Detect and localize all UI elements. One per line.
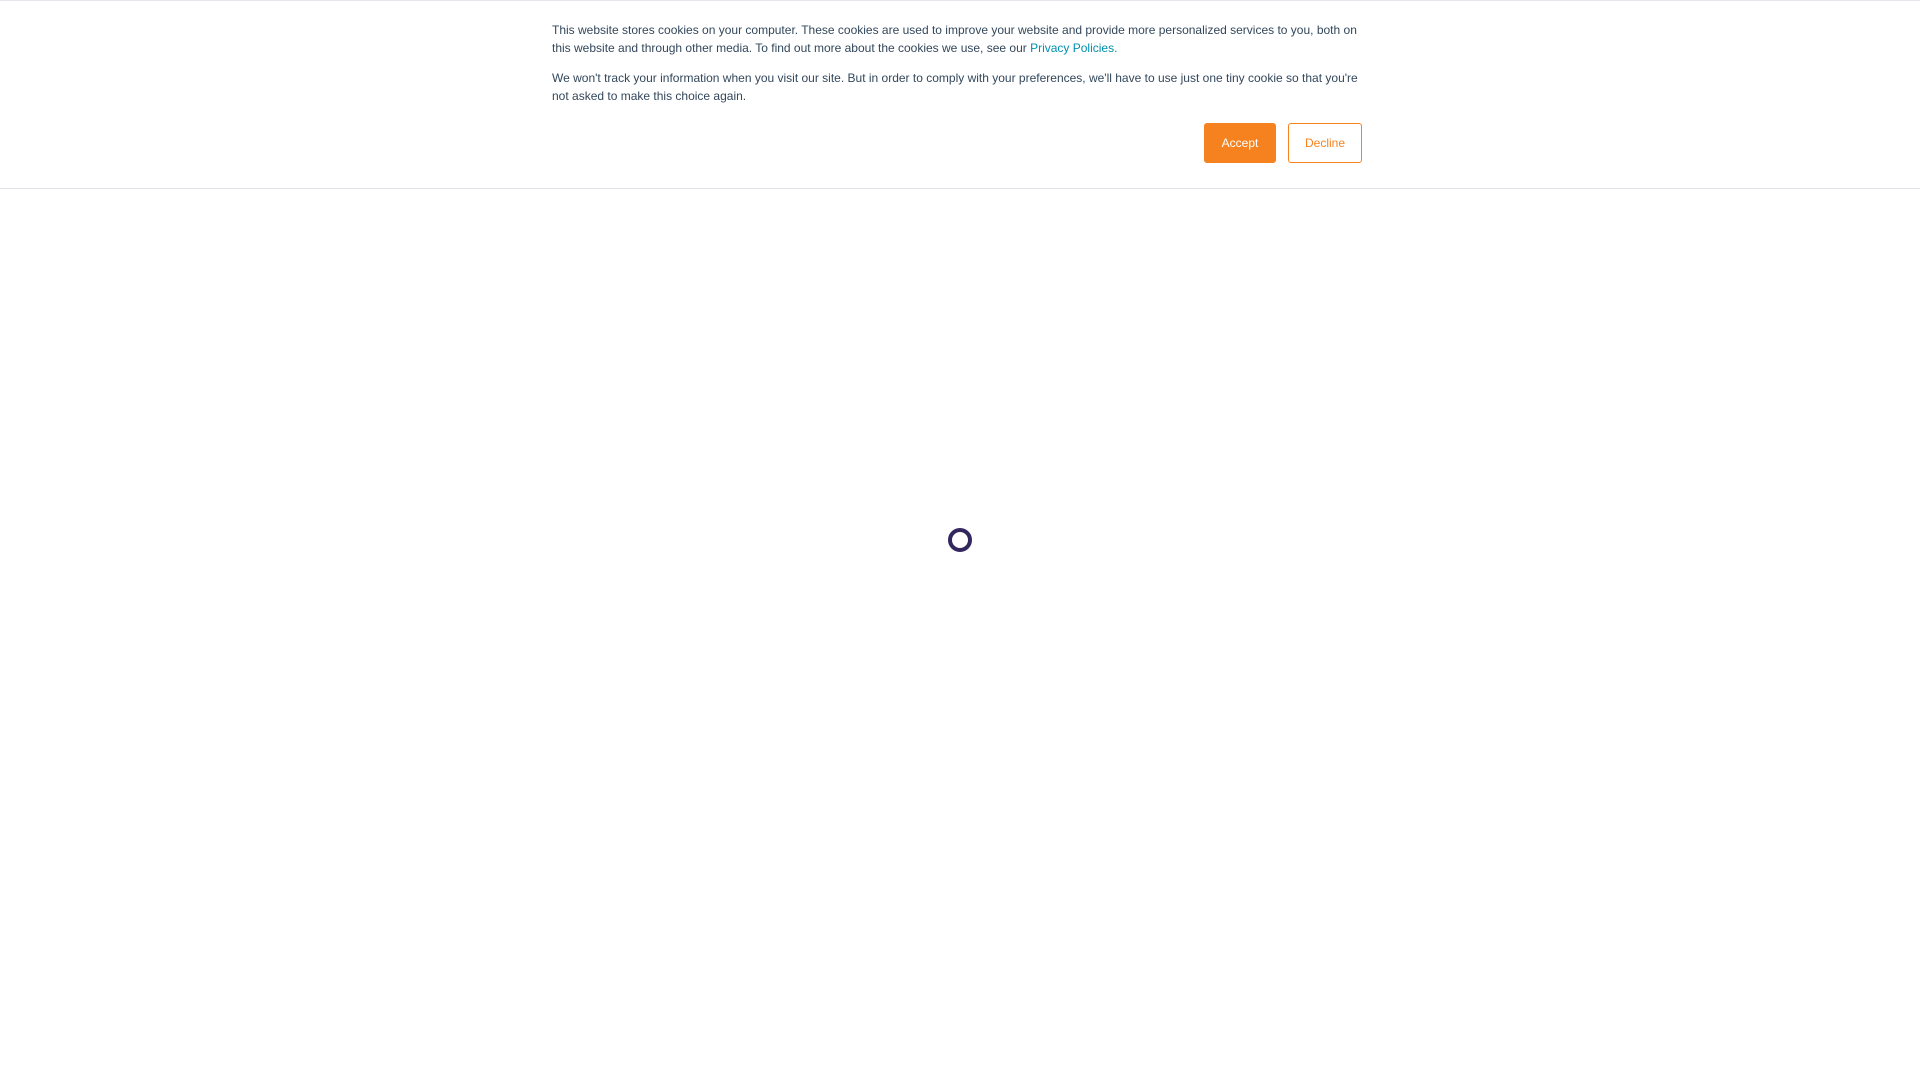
privacy-policies-link[interactable]: Privacy Policies.	[1030, 41, 1117, 55]
cookie-banner-content: This website stores cookies on your comp…	[552, 21, 1362, 105]
accept-button[interactable]: Accept	[1204, 123, 1276, 163]
cookie-consent-banner: This website stores cookies on your comp…	[0, 0, 1920, 189]
decline-button[interactable]: Decline	[1288, 123, 1362, 163]
cookie-banner-text: This website stores cookies on your comp…	[552, 23, 1357, 55]
cookie-banner-actions: Accept Decline	[1204, 123, 1362, 163]
loading-spinner-icon	[948, 528, 972, 552]
cookie-banner-paragraph: This website stores cookies on your comp…	[552, 21, 1362, 57]
cookie-banner-paragraph-tracking: We won't track your information when you…	[552, 71, 1358, 103]
